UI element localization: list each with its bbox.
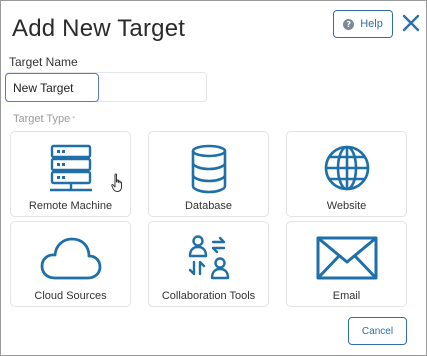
globe-icon bbox=[324, 145, 369, 191]
dialog-title: Add New Target bbox=[12, 15, 186, 42]
target-type-email[interactable]: Email bbox=[286, 221, 407, 307]
database-icon bbox=[191, 144, 226, 194]
close-icon bbox=[402, 14, 420, 32]
cloud-icon bbox=[40, 237, 101, 280]
add-target-dialog: Add New Target ? Help Target Name Target… bbox=[0, 0, 427, 356]
target-type-label-text: Target Type bbox=[13, 113, 71, 125]
question-circle-icon: ? bbox=[343, 18, 355, 30]
target-type-website[interactable]: Website bbox=[286, 131, 407, 217]
info-dot-icon: • bbox=[72, 113, 76, 122]
help-button[interactable]: ? Help bbox=[333, 10, 393, 38]
close-button[interactable] bbox=[401, 13, 421, 33]
target-name-input[interactable] bbox=[5, 73, 99, 102]
help-button-label: Help bbox=[360, 18, 383, 30]
target-type-cloud-sources[interactable]: Cloud Sources bbox=[10, 221, 131, 307]
target-type-database[interactable]: Database bbox=[148, 131, 269, 217]
hand-cursor-icon bbox=[111, 173, 122, 192]
target-type-label-email: Email bbox=[332, 290, 361, 302]
target-type-label: Target Type • bbox=[13, 113, 75, 125]
target-type-label-website: Website bbox=[326, 200, 367, 212]
target-type-label-collaboration-tools: Collaboration Tools bbox=[161, 290, 256, 302]
cancel-button[interactable]: Cancel bbox=[348, 317, 407, 345]
target-type-label-database: Database bbox=[184, 200, 233, 212]
envelope-icon bbox=[316, 236, 377, 280]
target-name-label: Target Name bbox=[9, 55, 78, 69]
target-type-collaboration-tools[interactable]: Collaboration Tools bbox=[148, 221, 269, 307]
users-exchange-icon bbox=[188, 235, 229, 280]
target-type-label-cloud-sources: Cloud Sources bbox=[34, 290, 107, 302]
server-icon bbox=[49, 144, 92, 192]
target-type-label-remote-machine: Remote Machine bbox=[28, 200, 113, 212]
